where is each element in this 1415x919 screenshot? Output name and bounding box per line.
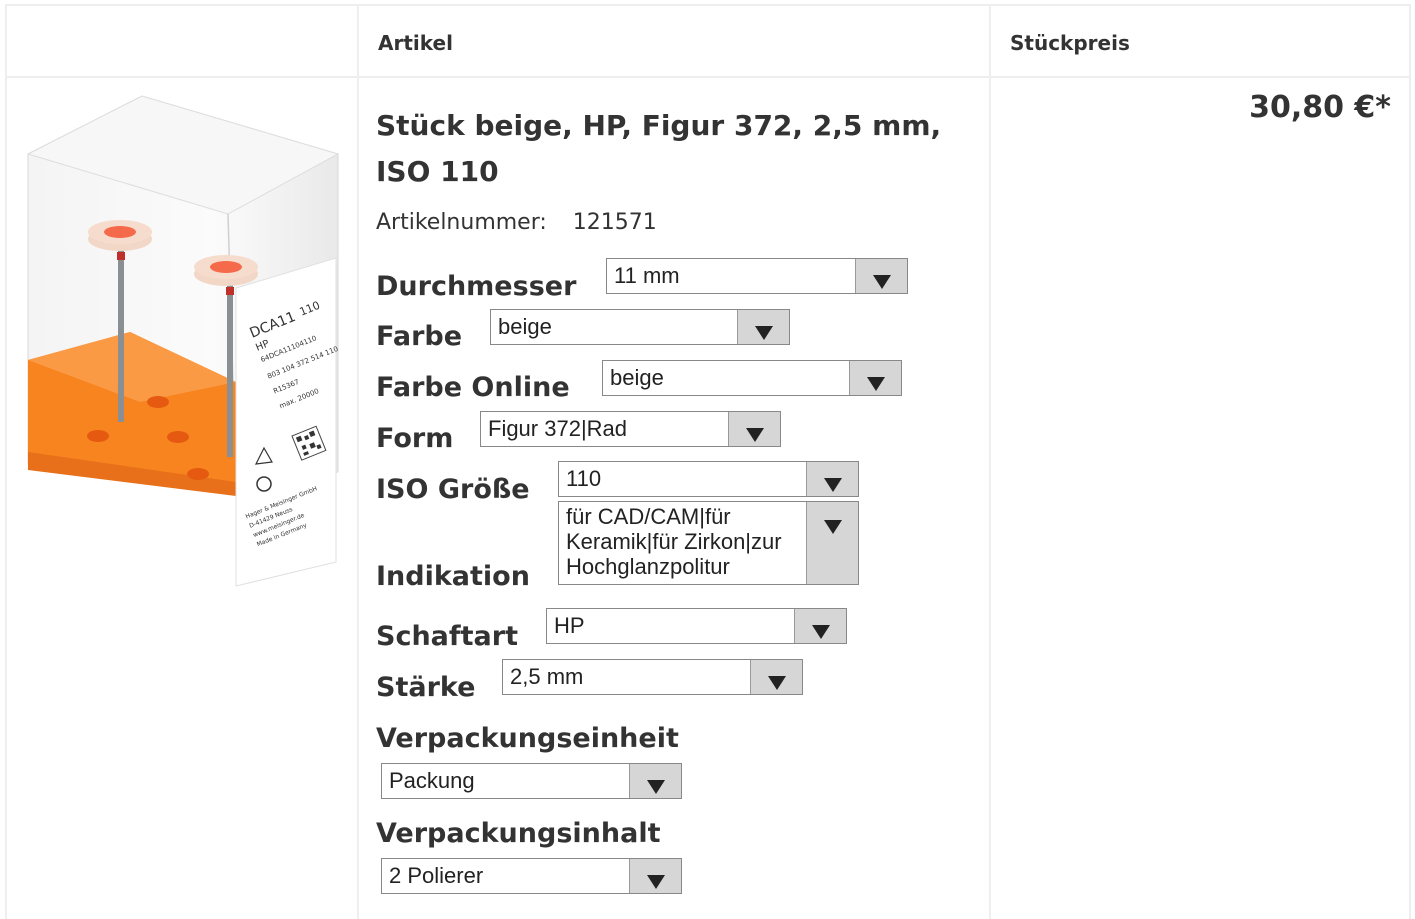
label-farbe-online: Farbe Online [376,372,570,403]
select-farbe-online[interactable]: beige [602,360,902,396]
chevron-down-icon[interactable] [806,502,858,584]
select-farbe[interactable]: beige [490,309,790,345]
article-number-label: Artikelnummer: [376,210,547,235]
label-schaftart: Schaftart [376,621,518,652]
chevron-down-icon[interactable] [737,310,789,344]
select-durchmesser[interactable]: 11 mm [606,258,908,294]
select-verpackungsinhalt-value: 2 Polierer [389,863,484,888]
select-indikation[interactable]: für CAD/CAM|für Keramik|für Zirkon|zur H… [558,501,859,585]
label-durchmesser: Durchmesser [376,271,577,302]
select-verpackungseinheit[interactable]: Packung [381,763,682,799]
label-indikation: Indikation [376,561,530,592]
select-form-value: Figur 372|Rad [488,416,628,441]
select-staerke[interactable]: 2,5 mm [502,659,803,695]
select-form[interactable]: Figur 372|Rad [480,411,781,447]
select-iso-groesse[interactable]: 110 [558,461,859,497]
chevron-down-icon[interactable] [806,462,858,496]
column-divider [357,6,359,919]
product-image[interactable]: DCA11 110 HP 64DCA11104110 803 104 372 5… [20,92,340,592]
unit-price: 30,80 €* [1249,90,1391,125]
article-number: Artikelnummer: 121571 [376,210,657,235]
header-divider [7,76,1409,78]
select-iso-groesse-value: 110 [566,466,602,491]
chevron-down-icon[interactable] [849,361,901,395]
select-farbe-value: beige [498,314,552,339]
label-farbe: Farbe [376,321,463,352]
product-title[interactable]: Stück beige, HP, Figur 372, 2,5 mm, ISO … [376,103,976,195]
column-divider [989,6,991,919]
select-verpackungsinhalt[interactable]: 2 Polierer [381,858,682,894]
select-farbe-online-value: beige [610,365,664,390]
article-number-value: 121571 [572,210,657,235]
select-durchmesser-value: 11 mm [614,263,680,288]
select-schaftart-value: HP [554,613,585,638]
column-header-stueckpreis: Stückpreis [1010,31,1130,55]
select-schaftart[interactable]: HP [546,608,847,644]
label-iso-groesse: ISO Größe [376,474,530,505]
label-verpackungsinhalt: Verpackungsinhalt [376,818,661,849]
select-staerke-value: 2,5 mm [510,664,584,689]
chevron-down-icon[interactable] [855,259,907,293]
column-header-artikel: Artikel [378,31,453,55]
chevron-down-icon[interactable] [728,412,780,446]
chevron-down-icon[interactable] [629,764,681,798]
label-form: Form [376,423,454,454]
label-verpackungseinheit: Verpackungseinheit [376,723,679,754]
label-staerke: Stärke [376,672,476,703]
select-indikation-value: für CAD/CAM|für Keramik|für Zirkon|zur H… [566,504,782,579]
chevron-down-icon[interactable] [629,859,681,893]
chevron-down-icon[interactable] [750,660,802,694]
select-verpackungseinheit-value: Packung [389,768,475,793]
chevron-down-icon[interactable] [794,609,846,643]
